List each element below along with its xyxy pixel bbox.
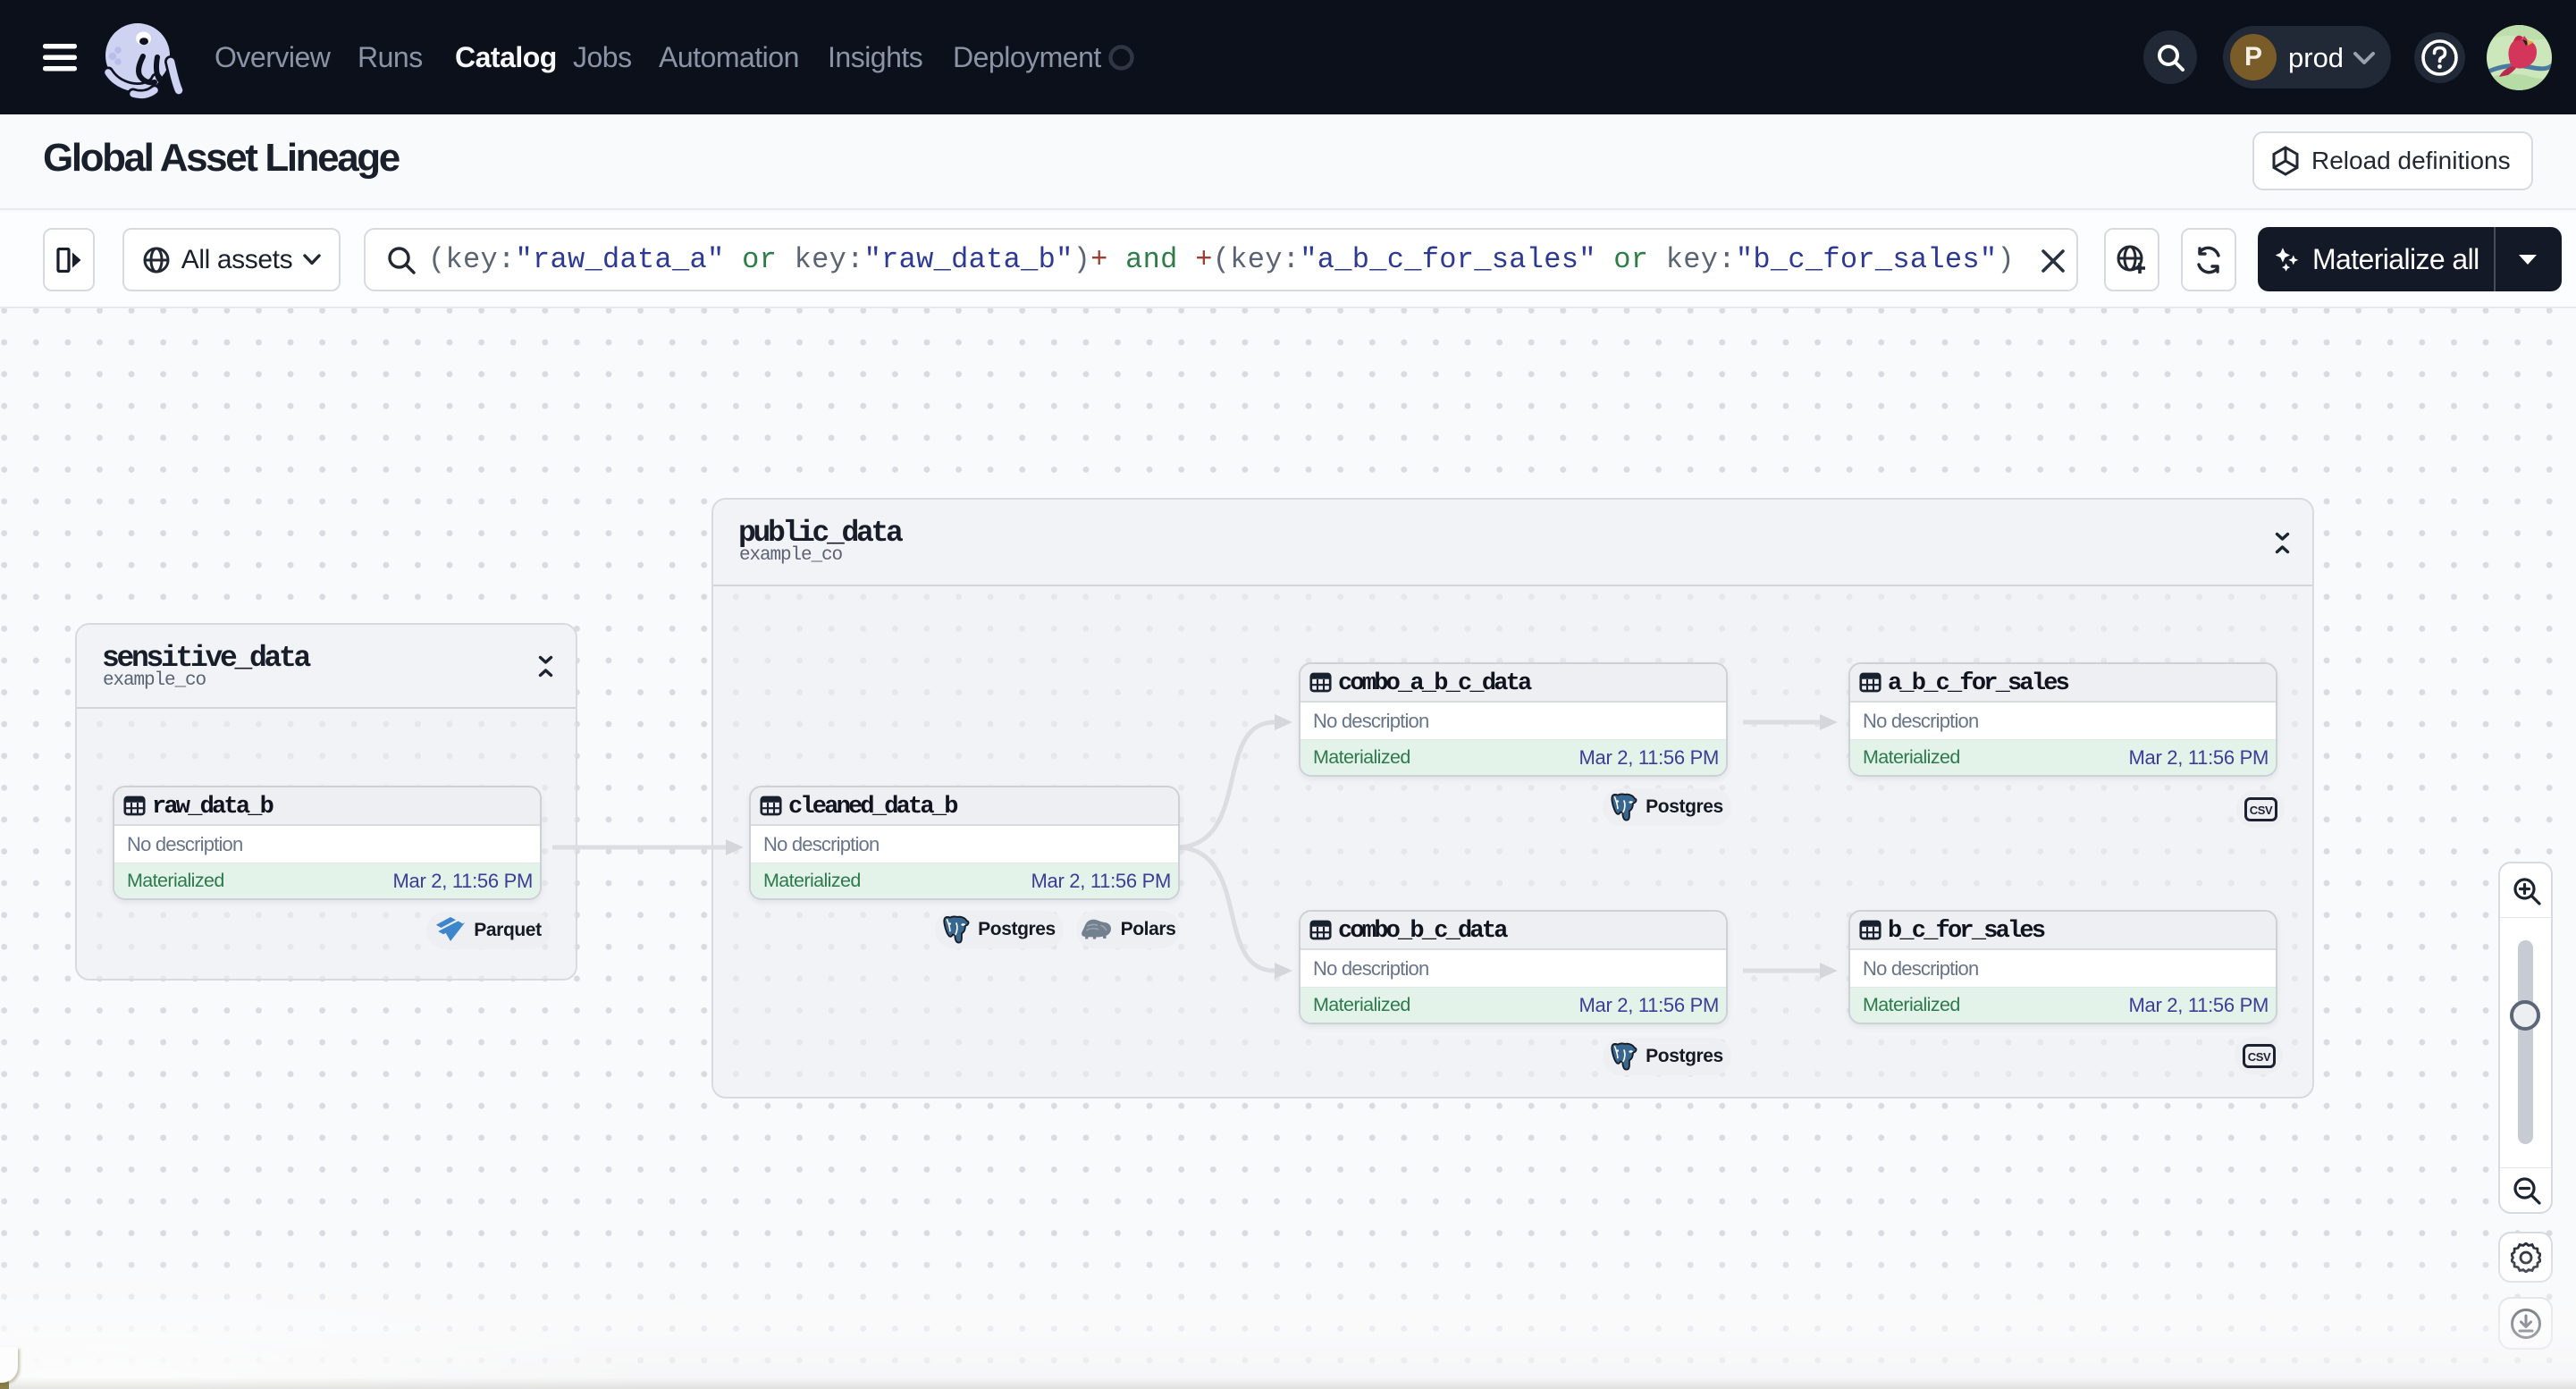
svg-text:CSV: CSV <box>2247 1050 2270 1064</box>
svg-text:CSV: CSV <box>2249 804 2272 817</box>
